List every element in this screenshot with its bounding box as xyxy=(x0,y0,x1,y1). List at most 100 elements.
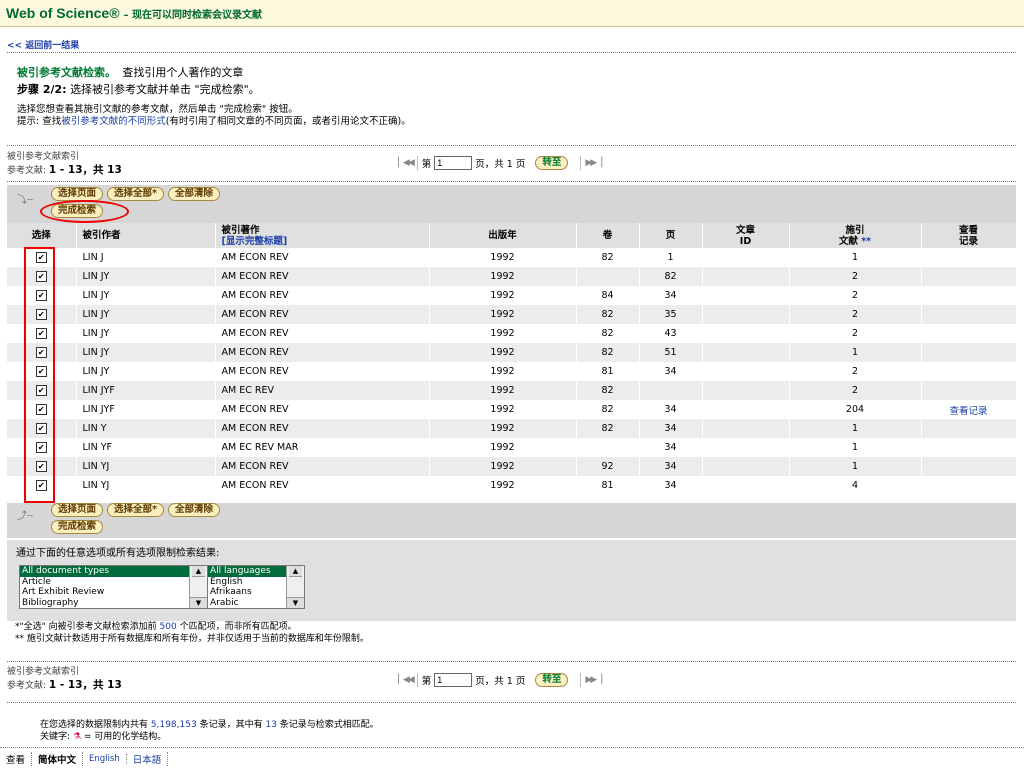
scroll-down-icon[interactable]: ▼ xyxy=(190,597,207,608)
volume-cell: 81 xyxy=(576,362,640,381)
volume-cell: 82 xyxy=(576,381,640,400)
page-input[interactable] xyxy=(434,156,473,170)
scroll-up-icon[interactable]: ▲ xyxy=(192,566,205,577)
cited-author: LIN JYF xyxy=(82,404,115,415)
pub-year-cell: 1992 xyxy=(429,438,577,457)
select-all-button-bottom[interactable]: 选择全部* xyxy=(107,503,164,517)
view-record-cell xyxy=(921,286,1017,305)
page-cell: 34 xyxy=(639,400,703,419)
cited-author: LIN J xyxy=(82,252,104,263)
hint-prefix: 提示: 查找 xyxy=(17,116,62,127)
cited-author-cell: LIN JY xyxy=(76,267,216,286)
doc-type-option[interactable]: Bibliography xyxy=(20,598,207,609)
first-page-icon[interactable]: ▏◀◀ xyxy=(398,675,415,685)
scroll-down-icon[interactable]: ▼ xyxy=(287,597,304,608)
col-view-l2: 记录 xyxy=(958,235,978,247)
cited-work-cell: AM ECON REV xyxy=(215,267,430,286)
citing-count-cell: 1 xyxy=(789,457,922,476)
count-value: 1 - 13，共 13 xyxy=(48,679,122,691)
cited-work-cell: AM EC REV xyxy=(215,381,430,400)
hint-suffix: (有时引用了相同文章的不同页面，或者引用论文不正确)。 xyxy=(165,116,411,127)
lang-simplified-chinese[interactable]: 简体中文 xyxy=(32,751,84,766)
cited-work-cell: AM ECON REV xyxy=(215,457,430,476)
footer-suffix: 条记录与检索式相匹配。 xyxy=(279,720,379,730)
scrollbar[interactable]: ▲ ▼ xyxy=(286,566,304,608)
table-row: ✔ LIN JYF AM ECON REV 1992 82 34 204 查看记录 xyxy=(7,400,1017,419)
article-id-cell xyxy=(702,305,790,324)
pub-year-cell: 1992 xyxy=(429,343,577,362)
goto-button[interactable]: 转至 xyxy=(535,673,569,687)
pub-year-cell: 1992 xyxy=(429,419,577,438)
citing-count-cell: 2 xyxy=(789,267,922,286)
lang-english[interactable]: English xyxy=(83,753,127,764)
article-id-cell xyxy=(702,343,790,362)
language-listbox[interactable]: All languages English Afrikaans Arabic ▲… xyxy=(207,565,305,609)
pub-year-cell: 1992 xyxy=(429,267,577,286)
article-id-cell xyxy=(702,400,790,419)
volume: 81 xyxy=(601,366,614,377)
clear-all-button[interactable]: 全部清除 xyxy=(167,187,220,201)
variants-link[interactable]: 被引参考文献的不同形式 xyxy=(61,116,166,127)
cited-work: AM ECON REV xyxy=(221,271,289,282)
page-suffix: 页，共 1 页 xyxy=(475,676,526,687)
last-page-icon[interactable]: ▶▶▕ xyxy=(585,675,602,685)
table-row: ✔ LIN J AM ECON REV 1992 82 1 1 xyxy=(7,248,1017,267)
footer-info: 在您选择的数据限制内共有 5,198,153 条记录，其中有 13 条记录与检索… xyxy=(40,719,379,743)
document-type-listbox[interactable]: All document types Article Art Exhibit R… xyxy=(19,565,208,609)
lang-japanese[interactable]: 日本語 xyxy=(127,751,169,766)
action-bar-bottom: ⤴┄ 选择页面 选择全部* 全部清除 完成检索 xyxy=(7,503,1016,538)
cited-work: AM ECON REV xyxy=(221,366,289,377)
col-page: 页 xyxy=(639,223,703,248)
last-page-icon[interactable]: ▶▶▕ xyxy=(585,158,602,168)
cited-work: AM ECON REV xyxy=(221,347,289,358)
step-text: 选择被引参考文献并单击 "完成检索"。 xyxy=(70,83,260,96)
cited-work-cell: AM ECON REV xyxy=(215,324,430,343)
volume-cell xyxy=(576,438,640,457)
page-input[interactable] xyxy=(434,673,473,687)
view-record-cell xyxy=(921,457,1017,476)
volume-cell: 82 xyxy=(576,305,640,324)
volume: 92 xyxy=(601,461,614,472)
pub-year: 1992 xyxy=(490,290,515,301)
cited-author: LIN Y xyxy=(82,423,107,434)
pub-year: 1992 xyxy=(490,423,515,434)
scroll-up-icon[interactable]: ▲ xyxy=(289,566,302,577)
brand-subtitle: – 现在可以同时检索会议录文献 xyxy=(123,9,263,21)
view-record[interactable]: 查看记录 xyxy=(949,406,987,417)
citing-count: 4 xyxy=(851,480,859,491)
select-page-button-bottom[interactable]: 选择页面 xyxy=(51,503,104,517)
col-citing-l1: 施引 xyxy=(845,224,865,236)
count-prefix: 参考文献: xyxy=(7,166,47,176)
back-link[interactable]: << 返回前一结果 xyxy=(7,38,79,51)
show-full-title-link[interactable]: [显示完整标题] xyxy=(222,236,288,247)
col-article-id-l1: 文章 xyxy=(735,224,755,236)
select-all-button[interactable]: 选择全部* xyxy=(107,187,164,201)
divider xyxy=(7,181,1016,182)
page: 34 xyxy=(664,366,677,377)
view-record-cell xyxy=(921,248,1017,267)
article-id-cell xyxy=(702,267,790,286)
volume-cell: 82 xyxy=(576,248,640,267)
pub-year: 1992 xyxy=(490,480,515,491)
cited-work-cell: AM ECON REV xyxy=(215,286,430,305)
volume-cell: 82 xyxy=(576,324,640,343)
volume: 82 xyxy=(601,328,614,339)
cited-author-cell: LIN JYF xyxy=(76,400,216,419)
clear-all-button-bottom[interactable]: 全部清除 xyxy=(167,503,220,517)
finish-search-button-bottom[interactable]: 完成检索 xyxy=(51,520,104,534)
goto-button[interactable]: 转至 xyxy=(535,156,569,170)
doc-type-option[interactable]: Article xyxy=(20,577,207,588)
cited-work: AM ECON REV xyxy=(221,328,289,339)
page-cell: 34 xyxy=(639,419,703,438)
cited-author-cell: LIN JY xyxy=(76,343,216,362)
highlight-oval xyxy=(40,200,129,223)
doc-type-option[interactable]: Art Exhibit Review xyxy=(20,587,207,598)
divider xyxy=(7,661,1016,662)
table-row: ✔ LIN YF AM EC REV MAR 1992 34 1 xyxy=(7,438,1017,457)
select-page-button[interactable]: 选择页面 xyxy=(51,187,104,201)
note1-prefix: *"全选" 向被引参考文献检索添加前 xyxy=(15,622,157,632)
doc-type-option[interactable]: All document types xyxy=(20,566,207,577)
first-page-icon[interactable]: ▏◀◀ xyxy=(398,158,415,168)
scrollbar[interactable]: ▲ ▼ xyxy=(189,566,207,608)
citing-count-cell: 2 xyxy=(789,305,922,324)
